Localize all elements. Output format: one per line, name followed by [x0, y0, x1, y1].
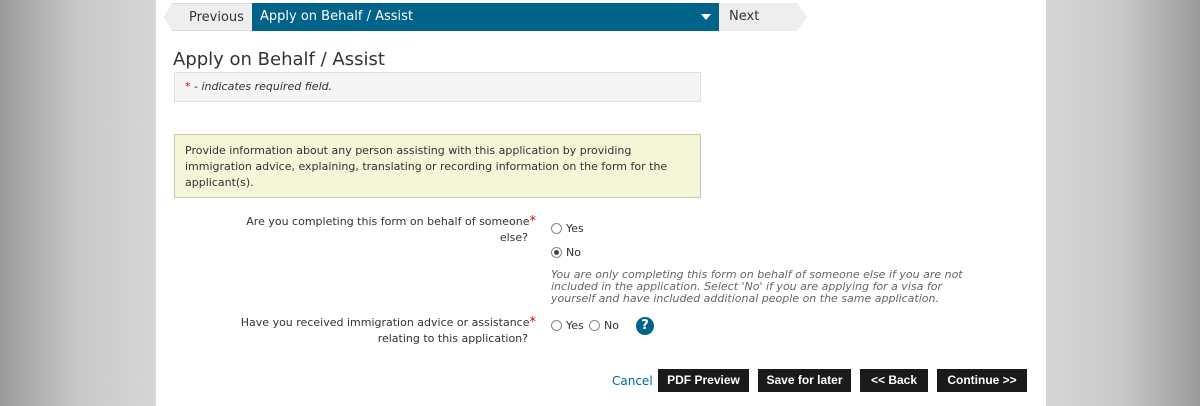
pdf-preview-button[interactable]: PDF Preview — [658, 369, 749, 392]
q1-yes-radio[interactable] — [551, 222, 562, 234]
q2-option-no[interactable]: No — [589, 318, 619, 332]
step-dropdown[interactable]: Apply on Behalf / Assist — [252, 3, 719, 31]
q2-label: Have you received immigration advice or … — [176, 315, 536, 347]
required-star: * — [185, 80, 191, 93]
chevron-down-icon — [701, 14, 711, 20]
page-title: Apply on Behalf / Assist — [173, 49, 385, 70]
continue-button[interactable]: Continue >> — [937, 369, 1027, 392]
q1-no-label: No — [566, 245, 581, 259]
required-star: * — [529, 315, 537, 330]
q1-label: Are you completing this form on behalf o… — [176, 214, 536, 246]
q1-option-no[interactable]: No — [551, 245, 581, 259]
required-star: * — [529, 214, 537, 229]
required-field-note: * - indicates required field. — [174, 72, 701, 102]
info-box: Provide information about any person ass… — [174, 134, 701, 198]
back-button[interactable]: << Back — [860, 369, 928, 392]
q2-label-line1: Have you received immigration advice or … — [240, 316, 530, 329]
q1-option-yes[interactable]: Yes — [551, 221, 584, 235]
q2-option-yes[interactable]: Yes — [551, 318, 584, 332]
q1-yes-label: Yes — [566, 221, 584, 235]
help-icon[interactable]: ? — [636, 317, 654, 335]
q2-yes-radio[interactable] — [551, 319, 562, 331]
q2-no-radio[interactable] — [589, 319, 600, 331]
q2-no-label: No — [604, 318, 619, 332]
q2-label-line2: relating to this application? — [377, 332, 528, 345]
q1-hint: You are only completing this form on beh… — [551, 268, 963, 305]
required-note-text: - indicates required field. — [194, 80, 333, 93]
q2-yes-label: Yes — [566, 318, 584, 332]
form-page: Previous Apply on Behalf / Assist Next A… — [156, 0, 1046, 406]
q1-no-radio[interactable] — [551, 246, 562, 258]
save-for-later-button[interactable]: Save for later — [758, 369, 851, 392]
cancel-link[interactable]: Cancel — [612, 374, 653, 388]
q1-label-line2: else? — [499, 231, 528, 244]
step-dropdown-label: Apply on Behalf / Assist — [260, 9, 414, 24]
previous-step-button[interactable]: Previous — [164, 3, 259, 31]
q1-label-line1: Are you completing this form on behalf o… — [246, 215, 530, 228]
step-navigation: Previous Apply on Behalf / Assist Next — [164, 3, 814, 31]
next-step-button[interactable]: Next — [719, 3, 807, 31]
